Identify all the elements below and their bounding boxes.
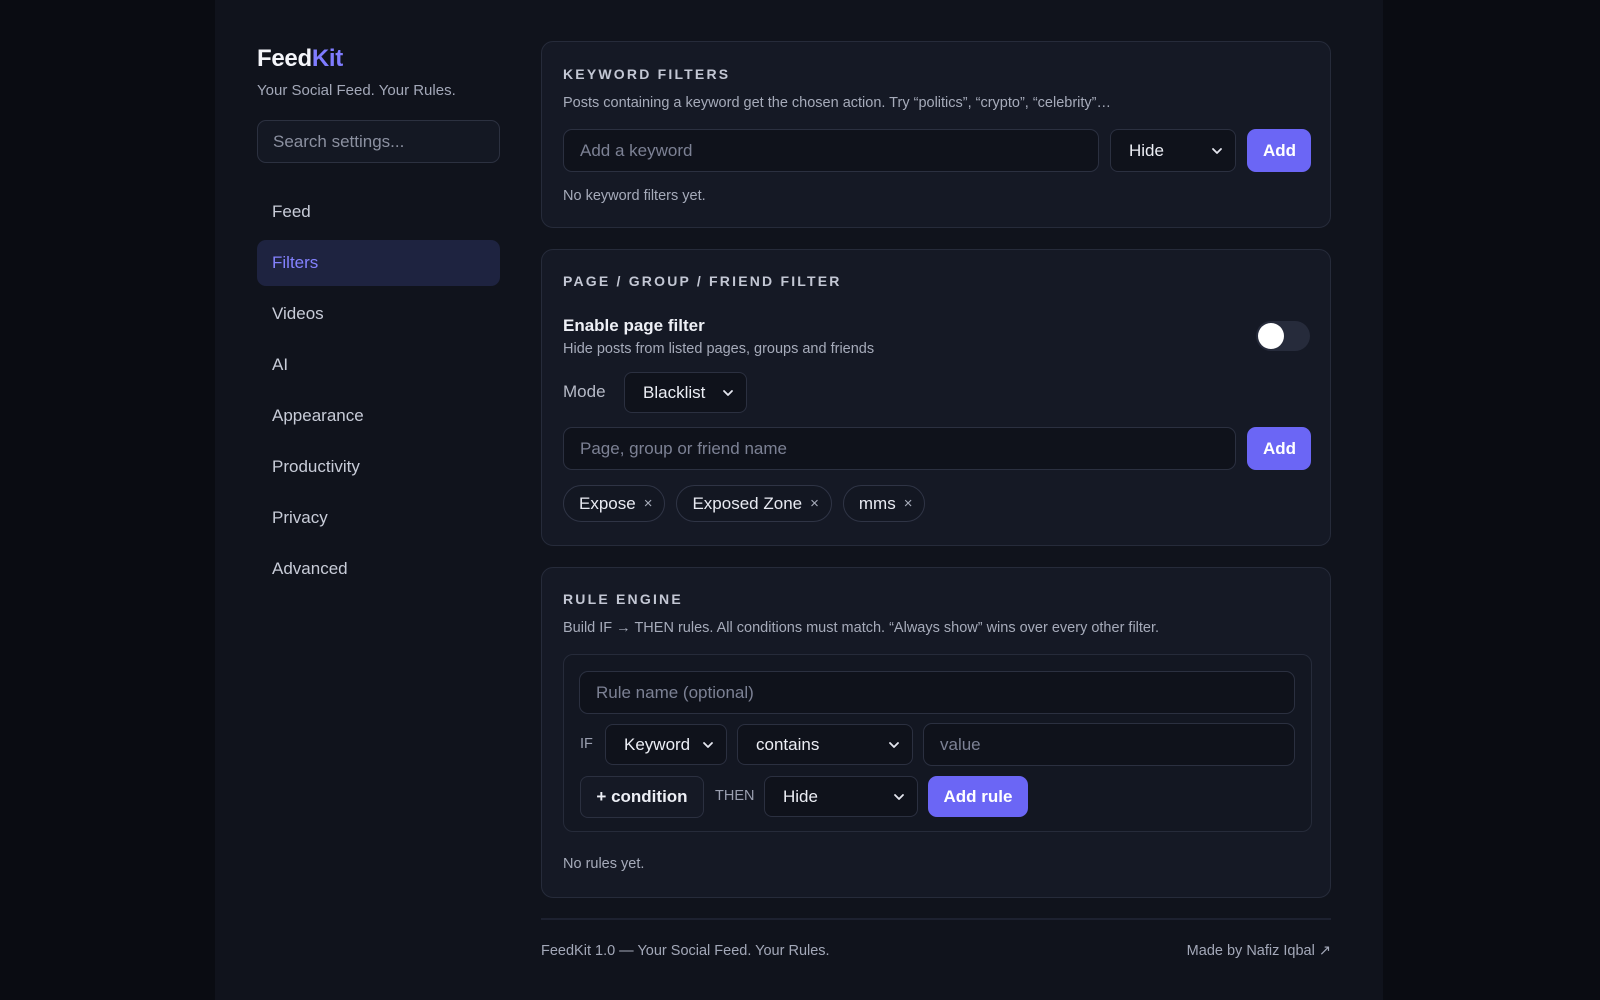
add-rule-button[interactable]: Add rule: [928, 776, 1028, 817]
sidebar-item-filters[interactable]: Filters: [257, 240, 500, 286]
sidebar: FeedKit Your Social Feed. Your Rules. Fe…: [257, 44, 500, 597]
keyword-filters-description: Posts containing a keyword get the chose…: [563, 95, 1111, 111]
brand-logo: FeedKit: [257, 44, 500, 74]
brand-tagline: Your Social Feed. Your Rules.: [257, 82, 456, 99]
main-content: KEYWORD FILTERS Posts containing a keywo…: [541, 41, 1331, 919]
add-condition-button[interactable]: + condition: [580, 776, 704, 818]
condition-value-input[interactable]: [923, 723, 1295, 766]
sidebar-item-ai[interactable]: AI: [257, 342, 500, 388]
page-filter-toggle-description: Hide posts from listed pages, groups and…: [563, 341, 875, 357]
mode-value: Blacklist: [643, 382, 706, 402]
keyword-filters-card: KEYWORD FILTERS Posts containing a keywo…: [541, 41, 1331, 228]
then-label: THEN: [715, 788, 755, 804]
condition-operator-select[interactable]: contains: [737, 724, 913, 765]
keyword-action-select[interactable]: Hide: [1110, 129, 1236, 172]
footer: FeedKit 1.0 — Your Social Feed. Your Rul…: [541, 918, 1331, 959]
sidebar-item-advanced[interactable]: Advanced: [257, 546, 500, 592]
sidebar-item-privacy[interactable]: Privacy: [257, 495, 500, 541]
rules-empty: No rules yet.: [563, 856, 645, 872]
page-chip: mms ×: [842, 485, 926, 522]
toggle-knob: [1258, 323, 1284, 349]
remove-chip-icon[interactable]: ×: [644, 495, 653, 512]
author-link[interactable]: Made by Nafiz Iqbal ↗: [1187, 943, 1331, 959]
footer-version: FeedKit 1.0 — Your Social Feed. Your Rul…: [541, 943, 830, 959]
page-filter-toggle-label: Enable page filter: [563, 316, 705, 335]
condition-field-value: Keyword: [624, 734, 691, 754]
sidebar-nav: Feed Filters Videos AI Appearance Produc…: [257, 189, 500, 592]
sidebar-item-productivity[interactable]: Productivity: [257, 444, 500, 490]
chevron-down-icon: [703, 741, 713, 748]
add-keyword-button[interactable]: Add: [1247, 129, 1311, 172]
chip-label: mms: [858, 493, 896, 513]
app-window: FeedKit Your Social Feed. Your Rules. Fe…: [215, 0, 1383, 1000]
add-page-button[interactable]: Add: [1247, 427, 1311, 470]
sidebar-item-feed[interactable]: Feed: [257, 189, 500, 235]
keyword-action-value: Hide: [1129, 140, 1164, 160]
rule-action-select[interactable]: Hide: [764, 776, 918, 817]
rule-engine-description: Build IF → THEN rules. All conditions mu…: [563, 620, 1160, 636]
if-label: IF: [580, 736, 593, 752]
condition-operator-value: contains: [756, 734, 820, 754]
chevron-down-icon: [723, 389, 733, 396]
sidebar-item-appearance[interactable]: Appearance: [257, 393, 500, 439]
mode-select[interactable]: Blacklist: [624, 372, 747, 413]
keyword-filters-title: KEYWORD FILTERS: [563, 66, 731, 82]
remove-chip-icon[interactable]: ×: [810, 495, 819, 512]
brand-name-main: Feed: [257, 45, 312, 72]
keyword-filters-empty: No keyword filters yet.: [563, 188, 706, 204]
condition-field-select[interactable]: Keyword: [605, 724, 727, 765]
search-input[interactable]: [257, 120, 500, 163]
page-chip-list: Expose × Exposed Zone × mms ×: [563, 485, 926, 522]
page-name-input[interactable]: [563, 427, 1236, 470]
rule-engine-card: RULE ENGINE Build IF → THEN rules. All c…: [541, 567, 1331, 898]
chevron-down-icon: [894, 793, 904, 800]
sidebar-item-videos[interactable]: Videos: [257, 291, 500, 337]
chevron-down-icon: [889, 741, 899, 748]
chevron-down-icon: [1212, 147, 1222, 154]
page-filter-card: PAGE / GROUP / FRIEND FILTER Enable page…: [541, 249, 1331, 546]
rule-engine-title: RULE ENGINE: [563, 591, 683, 607]
page-chip: Exposed Zone ×: [676, 485, 832, 522]
chip-label: Expose: [579, 493, 636, 513]
rule-builder: IF Keyword contains + condition THEN Hid…: [563, 654, 1312, 832]
mode-label: Mode: [563, 382, 606, 401]
chip-label: Exposed Zone: [692, 493, 803, 513]
rule-name-input[interactable]: [579, 671, 1295, 714]
page-chip: Expose ×: [563, 485, 666, 522]
keyword-input[interactable]: [563, 129, 1099, 172]
page-filter-toggle[interactable]: [1256, 321, 1310, 351]
page-filter-title: PAGE / GROUP / FRIEND FILTER: [563, 273, 842, 289]
rule-action-value: Hide: [783, 786, 818, 806]
brand-name-accent: Kit: [311, 45, 343, 72]
remove-chip-icon[interactable]: ×: [904, 495, 913, 512]
